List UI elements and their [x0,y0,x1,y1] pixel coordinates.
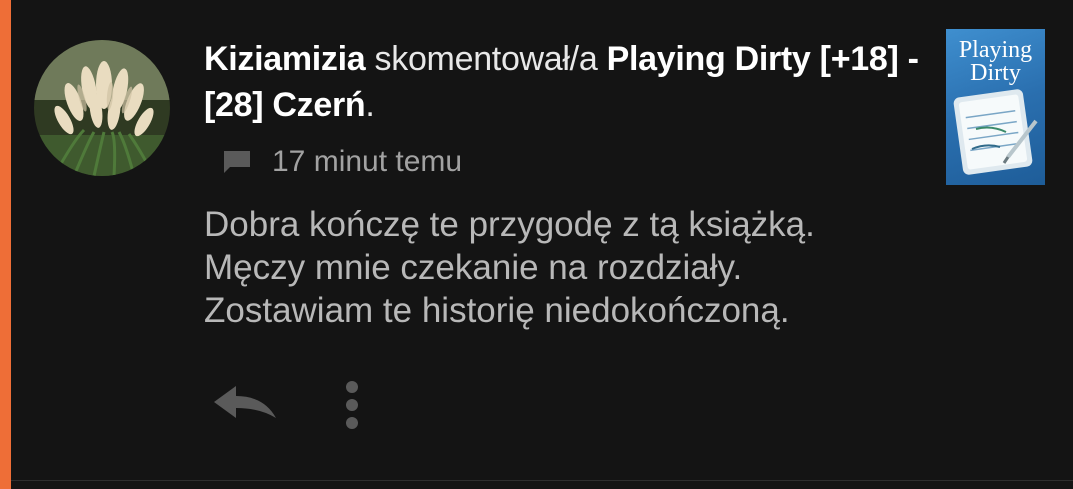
notification-headline: Kiziamizia skomentował/a Playing Dirty [… [204,36,924,128]
notification-card[interactable]: Kiziamizia skomentował/a Playing Dirty [… [0,0,1073,489]
user-avatar[interactable] [34,40,170,176]
reply-arrow-icon [214,386,276,418]
more-options-button[interactable] [334,376,370,436]
comment-line: Męczy mnie czekanie na rozdziały. [204,248,743,287]
timestamp: 17 minut temu [272,145,463,178]
cover-title-line: Dirty [970,60,1021,86]
comment-line: Dobra kończę te przygodę z tą książką. [204,205,815,244]
cover-title-line: Playing [958,37,1033,63]
comment-line: Zostawiam te historię niedokończoną. [204,291,790,330]
more-vertical-icon [346,381,358,429]
comment-bubble-icon [224,151,250,173]
user-name-link[interactable]: Kiziamizia [204,40,366,78]
comment-body: Dobra kończę te przygodę z tą książką. M… [204,203,924,332]
reply-button[interactable] [208,382,284,428]
bottom-divider [11,480,1073,481]
notification-meta: 17 minut temu [222,142,462,182]
title-suffix: . [365,86,375,124]
book-cover-thumbnail[interactable]: Playing Dirty [946,29,1045,185]
avatar-image [34,40,170,176]
action-text: skomentował/a [374,40,598,78]
unread-accent-bar [0,0,11,489]
